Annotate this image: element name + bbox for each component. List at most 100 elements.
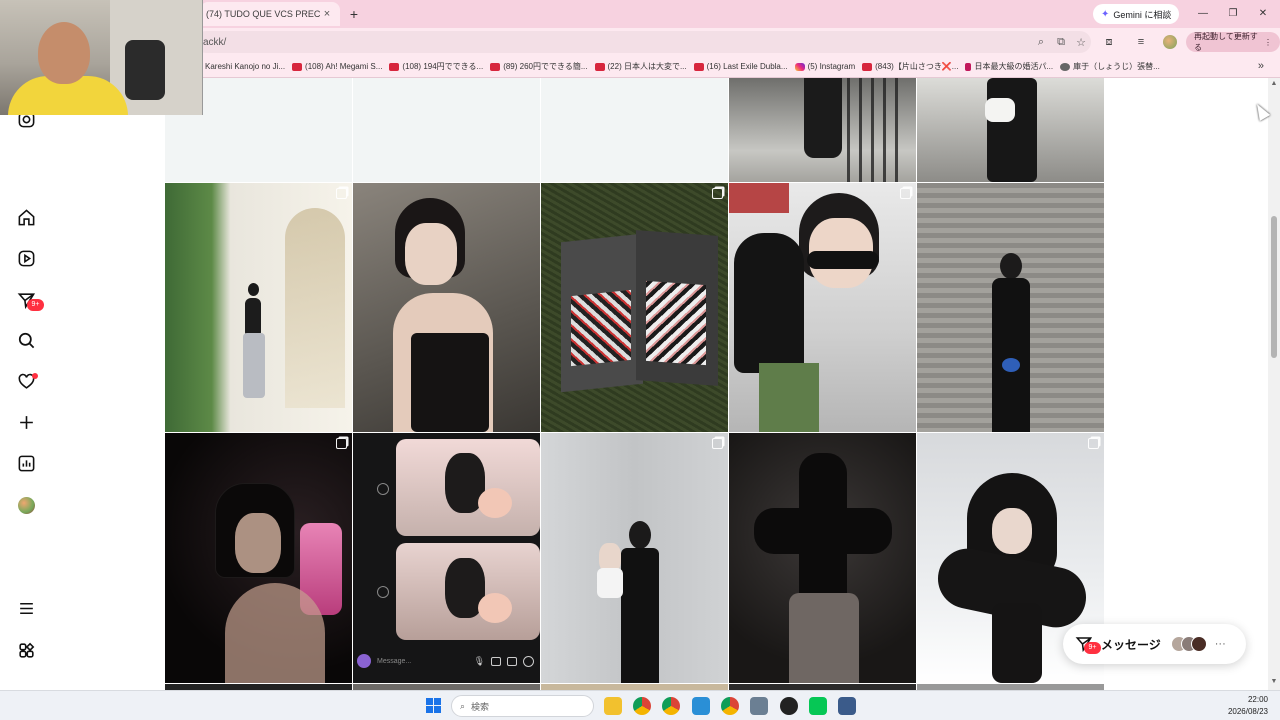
restart-update-button[interactable]: 再起動して更新する ⋮	[1186, 32, 1280, 52]
sticker-icon[interactable]	[507, 656, 517, 666]
gemini-button[interactable]: ✦ Gemini に相談	[1093, 4, 1180, 24]
chrome-icon[interactable]	[633, 697, 651, 715]
post-tile[interactable]	[541, 183, 728, 432]
post-tile[interactable]	[165, 183, 352, 432]
post-tile[interactable]	[729, 183, 916, 432]
post-tile[interactable]	[729, 433, 916, 683]
browser-tab[interactable]: (74) TUDO QUE VCS PRECISAM ×	[200, 2, 340, 26]
instagram-icon	[794, 62, 805, 71]
app-icon[interactable]	[780, 697, 798, 715]
instagram-sidebar: 9+	[0, 78, 52, 690]
line-icon[interactable]	[809, 697, 827, 715]
windows-start-icon[interactable]	[426, 698, 441, 713]
reels-icon[interactable]	[16, 248, 36, 268]
bookmark-label: 庫于（しょうじ）張替...	[1073, 62, 1160, 71]
scroll-up-icon[interactable]: ▲	[1270, 80, 1278, 87]
kebab-menu-icon: ⋮	[1264, 37, 1272, 47]
new-tab-button[interactable]: +	[345, 5, 363, 23]
bookmarks-overflow-icon[interactable]: »	[1258, 60, 1264, 72]
search-icon: ⌕	[460, 700, 466, 711]
restore-icon[interactable]: ❐	[1223, 4, 1243, 24]
bookmark-item[interactable]: (16) Last Exile Dubla...	[693, 62, 788, 71]
also-from-meta-icon[interactable]	[16, 640, 36, 660]
chrome-icon[interactable]	[662, 697, 680, 715]
bookmark-label: Kareshi Kanojo no Ji...	[205, 62, 286, 71]
home-icon[interactable]	[16, 207, 36, 227]
post-tile[interactable]	[165, 433, 352, 683]
address-url: ackk/	[203, 36, 227, 48]
bookmark-label: (843)【片山さつき❌...	[875, 62, 959, 71]
zoom-icon[interactable]: ⌕	[1031, 36, 1051, 49]
profile-avatar-icon[interactable]	[1163, 35, 1177, 49]
bookmark-item[interactable]: (5) Instagram	[794, 62, 855, 71]
messages-float-button[interactable]: メッセージ ··· 9+	[1063, 624, 1246, 664]
globe-icon	[1060, 62, 1071, 71]
calculator-icon[interactable]	[750, 697, 768, 715]
bookmark-label: (108) 194円でできる...	[402, 62, 484, 71]
youtube-icon	[862, 62, 873, 71]
calendar-icon[interactable]	[838, 697, 856, 715]
messages-label: メッセージ	[1101, 637, 1161, 652]
youtube-icon	[292, 62, 303, 71]
messages-badge: 9+	[27, 299, 44, 311]
tab-close-icon[interactable]: ×	[320, 8, 334, 20]
post-tile[interactable]	[917, 78, 1104, 182]
youtube-icon	[389, 62, 400, 71]
carousel-indicator-icon	[1088, 438, 1099, 449]
bookmark-item[interactable]: 庫于（しょうじ）張替...	[1060, 61, 1160, 72]
post-tile[interactable]	[729, 78, 916, 182]
bookmark-item[interactable]: (843)【片山さつき❌...	[862, 61, 958, 72]
profile-avatar[interactable]	[18, 497, 35, 514]
taskbar-search-placeholder: 検索	[471, 701, 490, 712]
search-icon[interactable]	[16, 330, 36, 350]
bookmark-item[interactable]: (108) Ah! Megami S...	[292, 62, 382, 71]
scrollbar-thumb[interactable]	[1271, 216, 1277, 358]
notepad-icon[interactable]	[692, 697, 710, 715]
clock-date: 2026/08/23	[1227, 707, 1268, 716]
system-clock[interactable]: 22:00 2026/08/23	[1228, 694, 1268, 718]
screen: (74) TUDO QUE VCS PRECISAM × + ✦ Gemini …	[0, 0, 1280, 720]
carousel-indicator-icon	[712, 438, 723, 449]
bookmark-item[interactable]: (22) 日本人は大変で...	[594, 61, 687, 72]
restart-label: 再起動して更新する	[1194, 32, 1258, 52]
mic-icon[interactable]: 🎙	[474, 656, 485, 667]
file-explorer-icon[interactable]	[604, 697, 622, 715]
chrome-icon[interactable]	[721, 697, 739, 715]
taskbar-search[interactable]: ⌕ 検索	[451, 695, 594, 717]
address-bar[interactable]: ackk/ ⌕ ⧉ ☆	[195, 31, 1091, 53]
messages-float-badge: 9+	[1084, 642, 1101, 654]
add-icon[interactable]	[523, 655, 534, 667]
bookmark-item[interactable]: 日本最大級の婚活パ...	[965, 61, 1053, 72]
post-tile[interactable]	[353, 183, 540, 432]
post-tile[interactable]	[917, 183, 1104, 432]
install-app-icon[interactable]: ⧉	[1051, 36, 1071, 49]
story-reply-bar: Message... 🎙	[353, 647, 540, 675]
camera-icon[interactable]	[357, 654, 371, 668]
media-control-icon[interactable]: ≡	[1133, 34, 1149, 50]
story-reply-input[interactable]: Message...	[377, 658, 468, 665]
carousel-indicator-icon	[336, 188, 347, 199]
bookmark-label: 日本最大級の婚活パ...	[974, 62, 1054, 71]
close-window-icon[interactable]: ✕	[1253, 4, 1273, 24]
carousel-indicator-icon	[712, 188, 723, 199]
post-tile[interactable]	[541, 78, 728, 182]
more-menu-icon[interactable]	[16, 598, 36, 618]
bookmark-item[interactable]: Kareshi Kanojo no Ji...	[205, 62, 285, 71]
clock-time: 22:00	[1247, 695, 1268, 704]
post-tile[interactable]	[353, 78, 540, 182]
create-post-icon[interactable]	[16, 412, 36, 432]
page-scrollbar[interactable]: ▲ ▼	[1268, 78, 1280, 690]
bookmark-item[interactable]: (89) 260円でできる簡...	[490, 61, 588, 72]
gallery-icon[interactable]	[491, 656, 501, 666]
avatar	[1190, 636, 1207, 652]
carousel-indicator-icon	[336, 438, 347, 449]
scroll-down-icon[interactable]: ▼	[1270, 678, 1278, 685]
bookmark-star-icon[interactable]: ☆	[1071, 36, 1091, 49]
post-tile[interactable]: Message... 🎙	[353, 433, 540, 683]
post-tile[interactable]	[541, 433, 728, 683]
dashboard-icon[interactable]	[16, 453, 36, 473]
extensions-icon[interactable]: ⧈	[1101, 34, 1117, 50]
bookmark-label: (89) 260円でできる簡...	[503, 62, 588, 71]
bookmark-item[interactable]: (108) 194円でできる...	[389, 61, 483, 72]
minimize-icon[interactable]: —	[1193, 4, 1213, 24]
